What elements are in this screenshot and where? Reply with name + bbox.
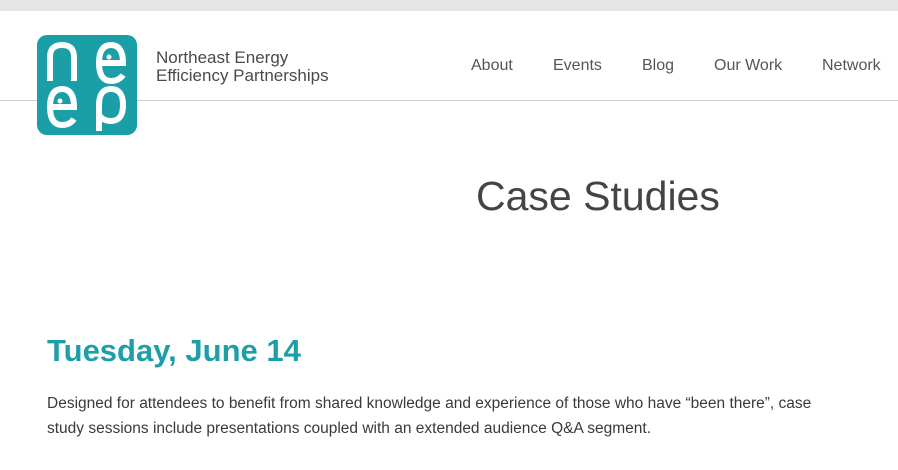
nav-item-our-work[interactable]: Our Work [714, 56, 782, 76]
nav-item-about[interactable]: About [471, 56, 513, 76]
page-title: Case Studies [476, 173, 720, 219]
nav-item-network[interactable]: Network [822, 56, 881, 76]
section-description: Designed for attendees to benefit from s… [47, 395, 812, 437]
nav-item-events[interactable]: Events [553, 56, 602, 76]
nav-item-blog[interactable]: Blog [642, 56, 674, 76]
date-heading: Tuesday, June 14 [47, 333, 301, 368]
neep-logo-icon[interactable] [37, 35, 137, 135]
top-utility-bar [0, 0, 898, 11]
neep-logo-graphic [37, 35, 137, 135]
